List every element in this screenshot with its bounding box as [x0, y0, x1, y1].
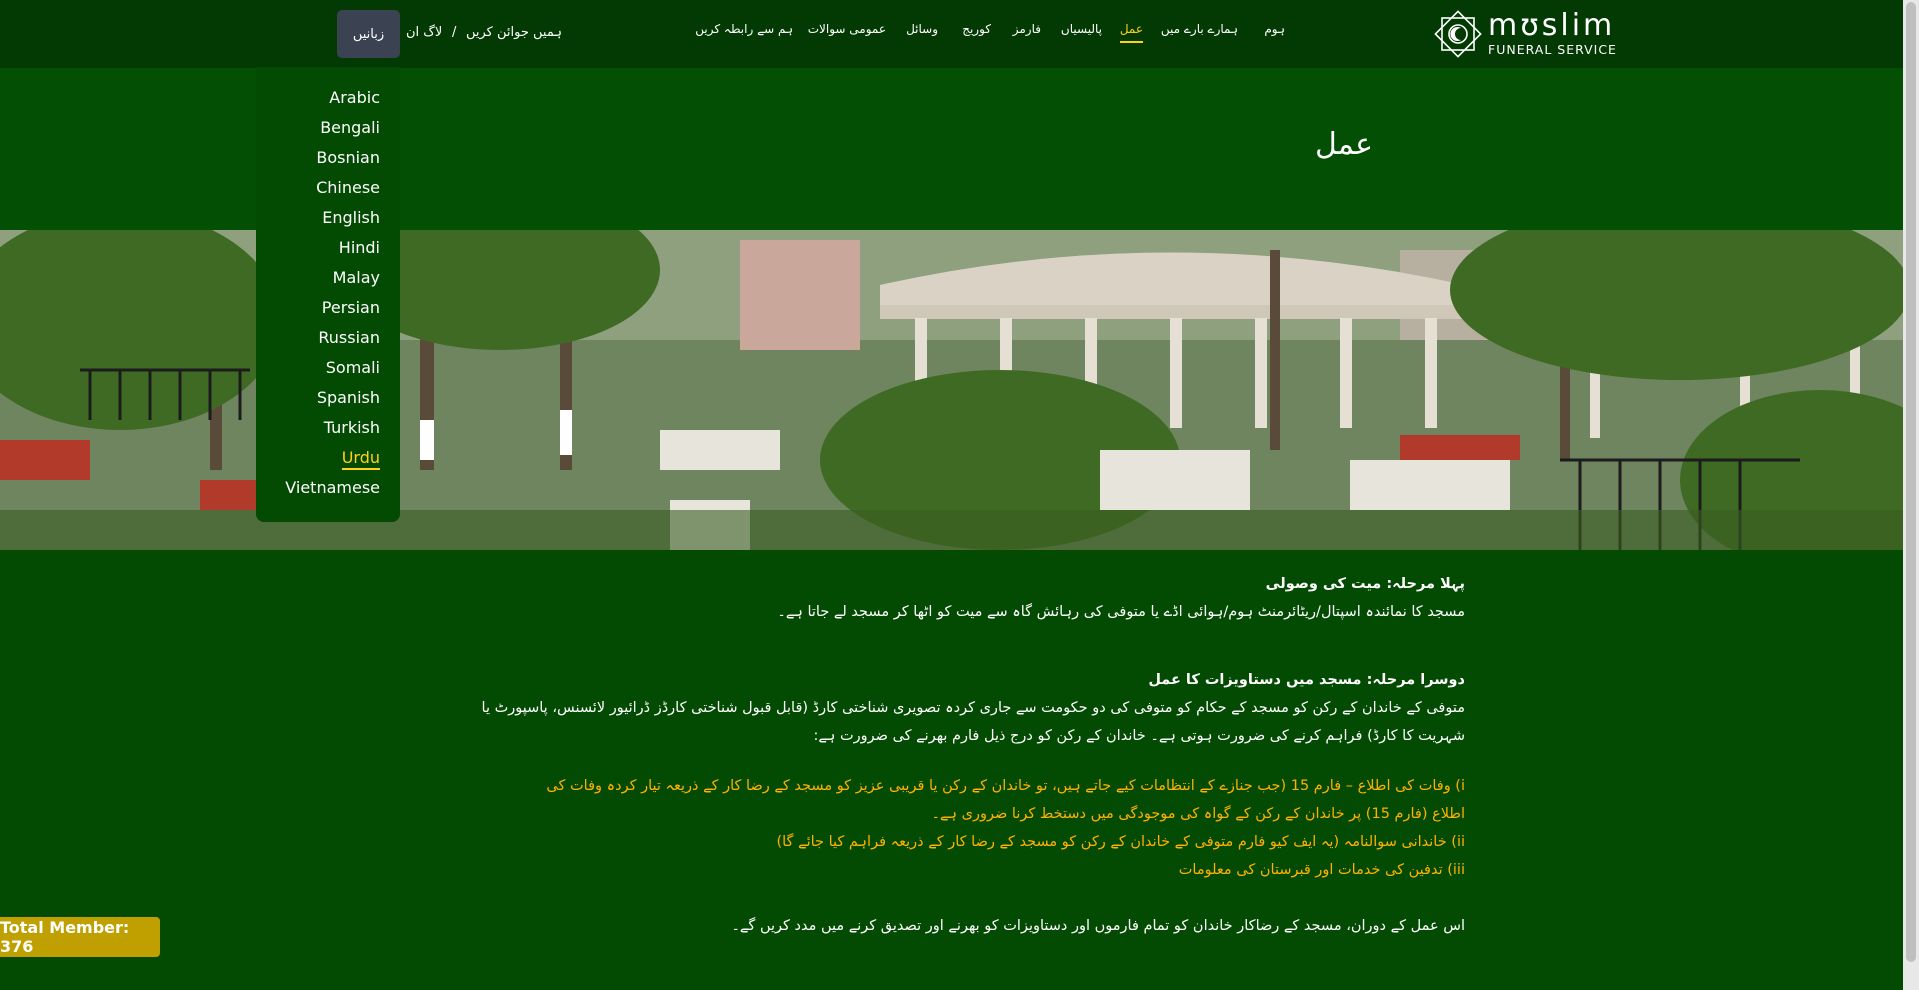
page-title: عمل — [1315, 127, 1373, 162]
language-option-arabic[interactable]: Arabic — [329, 88, 380, 107]
nav-policies[interactable]: پالیسیاں — [1061, 22, 1102, 36]
language-option-hindi[interactable]: Hindi — [339, 238, 380, 257]
language-option-urdu[interactable]: Urdu — [341, 448, 380, 470]
nav-resources[interactable]: وسائل — [906, 22, 938, 36]
step2-text-line1: متوفی کے خاندان کے رکن کو مسجد کے حکام ک… — [481, 700, 1465, 716]
join-link[interactable]: ہمیں جوائن کریں — [466, 25, 562, 40]
language-option-bengali[interactable]: Bengali — [320, 118, 380, 137]
nav-forms[interactable]: فارمز — [1013, 22, 1041, 36]
language-option-somali[interactable]: Somali — [326, 358, 380, 377]
language-option-english[interactable]: English — [322, 208, 380, 227]
page-scrollbar[interactable] — [1903, 0, 1919, 990]
nav-contact-us[interactable]: ہم سے رابطہ کریں — [695, 22, 793, 36]
language-option-russian[interactable]: Russian — [318, 328, 380, 347]
main-nav: ہوم ہمارے بارے میں عمل پالیسیاں فارمز کو… — [695, 22, 1300, 46]
language-option-malay[interactable]: Malay — [333, 268, 380, 287]
language-option-chinese[interactable]: Chinese — [316, 178, 380, 197]
closing-text: اس عمل کے دوران، مسجد کے رضاکار خاندان ک… — [731, 918, 1465, 934]
scrollbar-thumb[interactable] — [1906, 2, 1916, 962]
nav-process[interactable]: عمل — [1119, 22, 1143, 43]
step2-heading: دوسرا مرحلہ: مسجد میں دستاویزات کا عمل — [1148, 672, 1465, 688]
step2-text-line2: شہریت کا کارڈ) فراہم کرنے کی ضرورت ہوتی … — [813, 728, 1466, 744]
nav-faq[interactable]: عمومی سوالات — [808, 22, 886, 36]
language-dropdown: Arabic Bengali Bosnian Chinese English H… — [256, 67, 400, 522]
list-item-i-line1: i) وفات کی اطلاع – فارم 15 (جب جنازے کے … — [546, 778, 1465, 794]
login-link[interactable]: لاگ ان — [406, 25, 442, 40]
list-item-iii: iii) تدفین کی خدمات اور قبرستان کی معلوم… — [1178, 862, 1465, 878]
languages-button[interactable]: زبانیں — [337, 10, 400, 58]
auth-separator: / — [452, 25, 457, 40]
list-item-i-line2: اطلاع (فارم 15) پر خاندان کے رکن کے گواہ… — [931, 806, 1465, 822]
brand-name: mʊslim — [1488, 8, 1616, 44]
nav-about-us[interactable]: ہمارے بارے میں — [1161, 22, 1238, 36]
total-member-badge: Total Member: 376 — [0, 917, 160, 957]
brand-subtitle: FUNERAL SERVICE — [1488, 42, 1617, 58]
language-option-vietnamese[interactable]: Vietnamese — [285, 478, 380, 497]
site-header: mʊslim FUNERAL SERVICE ہوم ہمارے بارے می… — [0, 0, 1903, 68]
language-option-turkish[interactable]: Turkish — [324, 418, 380, 437]
language-option-spanish[interactable]: Spanish — [317, 388, 380, 407]
step1-text: مسجد کا نمائندہ اسپتال/ریٹائرمنٹ ہوم/ہوا… — [777, 604, 1465, 620]
list-item-ii: ii) خاندانی سوالنامہ (یہ ایف کیو فارم مت… — [776, 834, 1465, 850]
language-option-bosnian[interactable]: Bosnian — [316, 148, 380, 167]
crescent-star-logo-icon — [1434, 10, 1482, 58]
nav-home[interactable]: ہوم — [1264, 22, 1285, 36]
nav-coverage[interactable]: کوریج — [962, 22, 991, 36]
step1-heading: پہلا مرحلہ: میت کی وصولی — [1265, 576, 1465, 592]
site-logo[interactable]: mʊslim FUNERAL SERVICE — [1432, 6, 1628, 62]
language-option-persian[interactable]: Persian — [322, 298, 380, 317]
